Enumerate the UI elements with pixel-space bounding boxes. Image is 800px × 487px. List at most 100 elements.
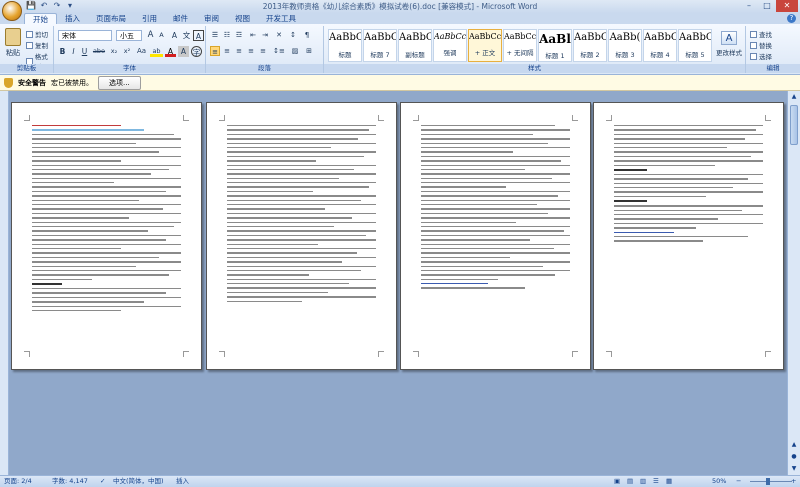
strikethrough-button[interactable]: abe: [92, 46, 106, 57]
zoom-slider-thumb[interactable]: [766, 478, 770, 485]
select-button[interactable]: 选择: [750, 51, 772, 61]
multilevel-list-button[interactable]: ☲: [234, 30, 244, 40]
copy-button[interactable]: 复制: [26, 40, 48, 50]
phonetic-guide-button[interactable]: 文: [181, 30, 192, 41]
find-button[interactable]: 查找: [750, 29, 772, 39]
tab-developer[interactable]: 开发工具: [258, 13, 304, 24]
change-case-button[interactable]: Aa: [135, 46, 148, 57]
minimize-button[interactable]: –: [740, 0, 758, 12]
replace-button[interactable]: 替换: [750, 40, 772, 50]
security-options-button[interactable]: 选项...: [98, 75, 141, 90]
title-bar: 💾 ↶ ↷ ▾ 2013年教师资格《幼儿综合素质》模拟试卷(6).doc [兼容…: [0, 0, 800, 13]
zoom-in-button[interactable]: +: [791, 476, 796, 487]
tab-review[interactable]: 审阅: [196, 13, 227, 24]
char-border-button[interactable]: A: [193, 30, 204, 41]
style-no-spacing[interactable]: AaBbCcD + 无间隔: [503, 29, 537, 62]
bold-button[interactable]: B: [57, 46, 68, 57]
clear-format-button[interactable]: A: [169, 30, 180, 41]
cut-button[interactable]: 剪切: [26, 29, 48, 39]
document-page[interactable]: [400, 102, 591, 370]
justify-button[interactable]: ≡: [246, 46, 256, 56]
center-button[interactable]: ≡: [222, 46, 232, 56]
style-heading-4[interactable]: AaBbC 标题 4: [643, 29, 677, 62]
crop-mark: [183, 351, 189, 357]
style-heading-7[interactable]: AaBbCc 标题 7: [363, 29, 397, 62]
outline-view-icon[interactable]: ☰: [653, 476, 659, 487]
style-name: 副标题: [405, 51, 425, 59]
numbering-button[interactable]: ☷: [222, 30, 232, 40]
tab-view[interactable]: 视图: [227, 13, 258, 24]
shading-button[interactable]: ▨: [290, 46, 300, 56]
clipboard-icon: [5, 28, 21, 46]
font-size-select[interactable]: 小五: [116, 30, 142, 41]
insert-mode[interactable]: 插入: [176, 476, 189, 487]
full-screen-view-icon[interactable]: ▤: [627, 476, 633, 487]
tab-mailings[interactable]: 邮件: [165, 13, 196, 24]
font-name-select[interactable]: 宋体: [58, 30, 112, 41]
document-page[interactable]: [11, 102, 202, 370]
italic-button[interactable]: I: [68, 46, 79, 57]
office-button[interactable]: [2, 1, 22, 21]
paste-button[interactable]: 粘贴: [3, 28, 23, 62]
editing-group: 查找 替换 选择 编辑: [746, 26, 800, 73]
document-page[interactable]: [593, 102, 784, 370]
web-layout-view-icon[interactable]: ▥: [640, 476, 646, 487]
word-count[interactable]: 字数: 4,147: [52, 476, 88, 487]
style-subtitle[interactable]: AaBbC 副标题: [398, 29, 432, 62]
change-styles-button[interactable]: A 更改样式: [714, 29, 744, 62]
language-indicator[interactable]: 中文(简体，中国): [113, 476, 164, 487]
next-page-icon[interactable]: ▼: [788, 463, 800, 475]
show-marks-button[interactable]: ¶: [302, 30, 312, 40]
vertical-scrollbar[interactable]: ▲ ▲ ● ▼: [787, 91, 800, 475]
editing-group-label: 编辑: [746, 64, 800, 73]
previous-page-icon[interactable]: ▲: [788, 439, 800, 451]
grow-font-button[interactable]: A: [145, 30, 156, 41]
enclose-char-button[interactable]: 字: [191, 46, 202, 57]
style-heading-1[interactable]: AaBl 标题 1: [538, 29, 572, 62]
tab-page-layout[interactable]: 页面布局: [88, 13, 134, 24]
style-preview: AaBbCc: [364, 32, 396, 43]
zoom-slider[interactable]: [750, 481, 792, 482]
page-count[interactable]: 页面: 2/4: [4, 476, 32, 487]
crop-mark: [572, 351, 578, 357]
select-browse-object-icon[interactable]: ●: [788, 451, 800, 463]
align-left-button[interactable]: ≡: [210, 46, 220, 56]
subscript-button[interactable]: x₂: [108, 46, 120, 57]
scroll-up-icon[interactable]: ▲: [788, 91, 800, 103]
zoom-out-button[interactable]: −: [736, 476, 741, 487]
shrink-font-button[interactable]: A: [156, 30, 167, 41]
chinese-layout-button[interactable]: ✕: [274, 30, 284, 40]
tab-home[interactable]: 开始: [24, 13, 57, 24]
decrease-indent-button[interactable]: ⇤: [248, 30, 258, 40]
increase-indent-button[interactable]: ⇥: [260, 30, 270, 40]
style-emphasis[interactable]: AaBbCcD 强调: [433, 29, 467, 62]
borders-button[interactable]: ⊞: [304, 46, 314, 56]
char-shading-button[interactable]: A: [178, 46, 189, 57]
underline-button[interactable]: U: [79, 46, 90, 57]
style-body[interactable]: AaBbCcD + 正文: [468, 29, 502, 62]
align-right-button[interactable]: ≡: [234, 46, 244, 56]
print-layout-view-icon[interactable]: ▣: [614, 476, 620, 487]
sort-button[interactable]: ↕: [288, 30, 298, 40]
maximize-button[interactable]: □: [758, 0, 776, 12]
distributed-button[interactable]: ≡: [258, 46, 268, 56]
zoom-level[interactable]: 50%: [712, 476, 726, 487]
superscript-button[interactable]: x²: [121, 46, 133, 57]
proofing-icon[interactable]: ✓: [100, 476, 105, 487]
document-page[interactable]: [206, 102, 397, 370]
bullets-button[interactable]: ☰: [210, 30, 220, 40]
style-heading-2[interactable]: AaBbC 标题 2: [573, 29, 607, 62]
tab-references[interactable]: 引用: [134, 13, 165, 24]
scroll-thumb[interactable]: [790, 105, 798, 145]
style-heading-3[interactable]: AaBb(标题 3: [608, 29, 642, 62]
highlight-button[interactable]: ab: [150, 46, 163, 57]
help-icon[interactable]: ?: [787, 14, 796, 23]
document-area[interactable]: [9, 91, 787, 475]
tab-insert[interactable]: 插入: [57, 13, 88, 24]
style-heading-5[interactable]: AaBbC 标题 5: [678, 29, 712, 62]
font-color-button[interactable]: A: [165, 46, 176, 57]
line-spacing-button[interactable]: ↕≡: [272, 46, 286, 56]
style-title[interactable]: AaBbC 标题: [328, 29, 362, 62]
draft-view-icon[interactable]: ▦: [666, 476, 672, 487]
close-button[interactable]: ✕: [776, 0, 798, 12]
